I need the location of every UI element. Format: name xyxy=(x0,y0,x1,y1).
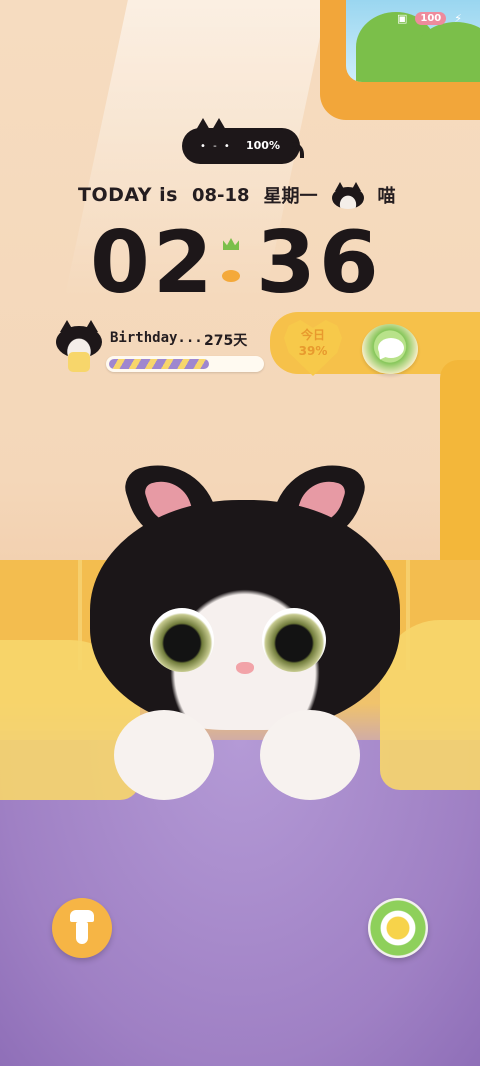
weekday-text: 星期一 xyxy=(263,186,318,207)
today-heart-widget[interactable]: 今日 39% xyxy=(284,320,342,376)
fish-icon xyxy=(222,270,240,282)
clock-hours: 02 xyxy=(90,213,216,313)
birthday-widget[interactable]: Birthday... 275天 xyxy=(54,318,274,378)
chat-bubble-icon xyxy=(378,338,404,358)
chat-button[interactable] xyxy=(362,324,418,374)
cat-nose xyxy=(236,662,254,674)
birthday-progress-bar xyxy=(106,356,264,372)
pill-ears-icon xyxy=(196,118,226,132)
lock-screen: ▣ 100 ⚡ • - • 100% TODAY is 08-18 星期一 喵 … xyxy=(0,0,480,1066)
cat-avatar-icon xyxy=(56,320,102,372)
birthday-days: 275天 xyxy=(204,333,248,349)
crown-icon xyxy=(223,238,239,250)
cat-illustration xyxy=(90,449,400,800)
flashlight-icon xyxy=(70,910,94,944)
tail-icon xyxy=(288,142,304,158)
cat-face-icon xyxy=(331,182,364,209)
battery-badge: 100 xyxy=(415,12,447,25)
flashlight-button[interactable] xyxy=(52,898,112,958)
clock-separator xyxy=(214,218,248,308)
clock[interactable]: 02 36 xyxy=(90,213,390,313)
charging-icon: ⚡ xyxy=(454,12,462,25)
cat-head xyxy=(90,500,400,730)
sim-icon: ▣ xyxy=(396,12,408,25)
pill-face: • - • xyxy=(200,141,232,152)
battery-percent: 100% xyxy=(246,139,280,152)
heart-percent: 39% xyxy=(298,344,328,358)
clock-minutes: 36 xyxy=(256,213,382,313)
cat-eye xyxy=(262,608,326,672)
hill-shape xyxy=(416,22,480,82)
camera-lens-icon xyxy=(368,898,428,958)
cat-paw xyxy=(114,710,214,800)
date-text: 08-18 xyxy=(191,184,250,206)
battery-widget[interactable]: • - • 100% xyxy=(182,118,304,164)
cat-paw xyxy=(260,710,360,800)
birthday-label: Birthday... xyxy=(110,330,203,346)
today-label: TODAY is xyxy=(78,184,178,206)
meow-text: 喵 xyxy=(377,186,396,207)
cat-eye xyxy=(150,608,214,672)
camera-button[interactable] xyxy=(368,898,428,958)
birthday-progress-fill xyxy=(109,359,209,369)
status-bar: ▣ 100 ⚡ xyxy=(397,12,462,25)
heart-label: 今日 xyxy=(300,328,325,342)
date-row: TODAY is 08-18 星期一 喵 xyxy=(78,180,396,210)
